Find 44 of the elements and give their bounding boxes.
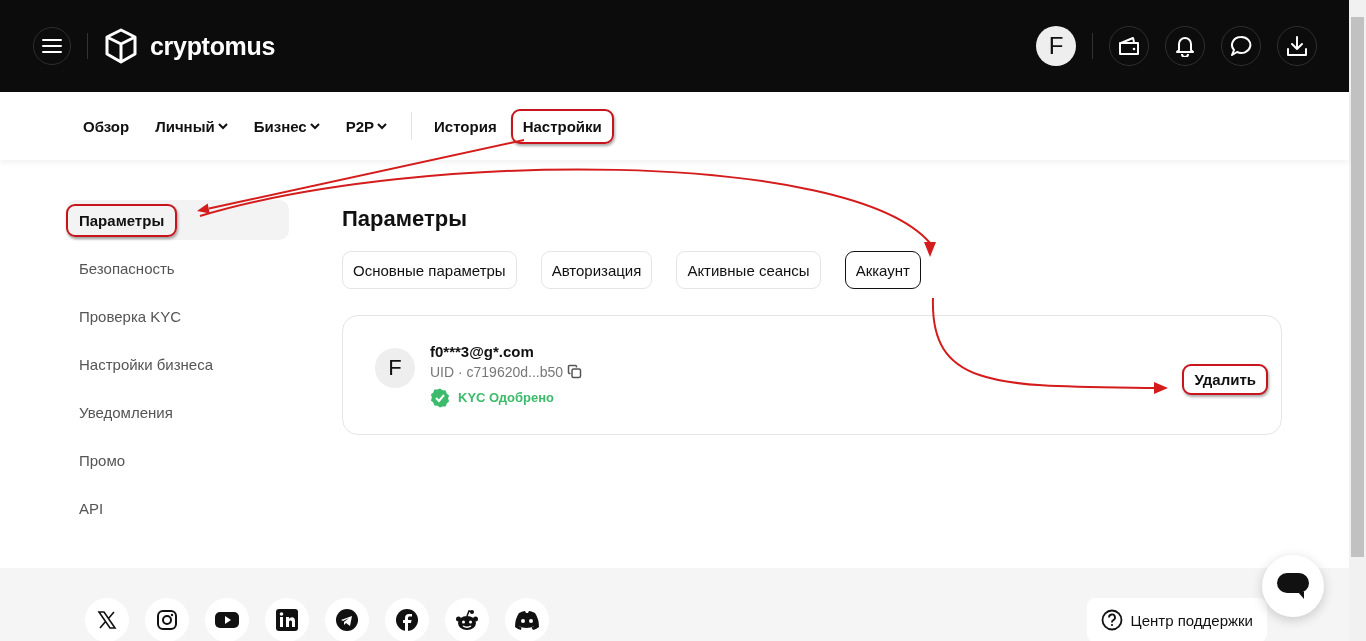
linkedin-icon[interactable] — [265, 598, 309, 641]
nav-link[interactable]: Личный — [143, 108, 240, 144]
email-text: f0***3@g*.com — [430, 342, 535, 360]
sidebar-item[interactable]: Промо — [66, 440, 289, 480]
chevron-down-icon — [217, 123, 228, 130]
help-icon — [1100, 609, 1123, 631]
nav-link[interactable]: Обзор — [71, 108, 142, 144]
chat-bubble-icon — [1276, 572, 1310, 600]
kyc-status: KYC Одобрено — [458, 390, 555, 405]
support-center-button[interactable]: Центр поддержки — [1086, 598, 1267, 641]
sidebar-item[interactable]: Уведомления — [66, 392, 289, 432]
avatar: F — [375, 347, 415, 388]
instagram-icon[interactable] — [145, 598, 189, 641]
reddit-icon[interactable] — [445, 598, 489, 641]
sidebar-item[interactable]: Безопасность — [66, 248, 289, 288]
chat-button[interactable] — [1262, 555, 1324, 617]
delete-button[interactable]: Удалить — [1182, 363, 1268, 395]
sidebar-item[interactable]: Параметры — [66, 200, 289, 240]
discord-icon[interactable] — [505, 598, 549, 641]
sidebar-item[interactable]: API — [66, 488, 289, 528]
telegram-icon[interactable] — [325, 598, 369, 641]
nav-link[interactable]: P2P — [333, 108, 400, 144]
cube-logo-icon — [104, 28, 138, 64]
uid-text: UID · c719620d...b50 — [430, 363, 564, 380]
facebook-icon[interactable] — [385, 598, 429, 641]
verified-badge-icon — [430, 387, 450, 408]
tab[interactable]: Аккаунт — [844, 251, 921, 289]
nav-link[interactable]: Настройки — [510, 108, 614, 144]
avatar[interactable]: F — [1036, 26, 1076, 66]
x-icon[interactable] — [85, 598, 129, 641]
scrollbar[interactable] — [1349, 0, 1366, 641]
tab[interactable]: Активные сеансы — [676, 251, 821, 289]
youtube-icon[interactable] — [205, 598, 249, 641]
copy-icon[interactable] — [567, 364, 583, 379]
tab[interactable]: Авторизация — [540, 251, 653, 289]
sidebar-item[interactable]: Проверка KYC — [66, 296, 289, 336]
page-title: Параметры — [342, 206, 468, 232]
tab[interactable]: Основные параметры — [342, 251, 517, 289]
nav-link[interactable]: История — [422, 108, 509, 144]
sidebar-item[interactable]: Настройки бизнеса — [66, 344, 289, 384]
logo-text[interactable]: cryptomus — [150, 31, 276, 61]
nav-link[interactable]: Бизнес — [241, 108, 332, 144]
chevron-down-icon — [377, 123, 388, 130]
chevron-down-icon — [309, 123, 320, 130]
